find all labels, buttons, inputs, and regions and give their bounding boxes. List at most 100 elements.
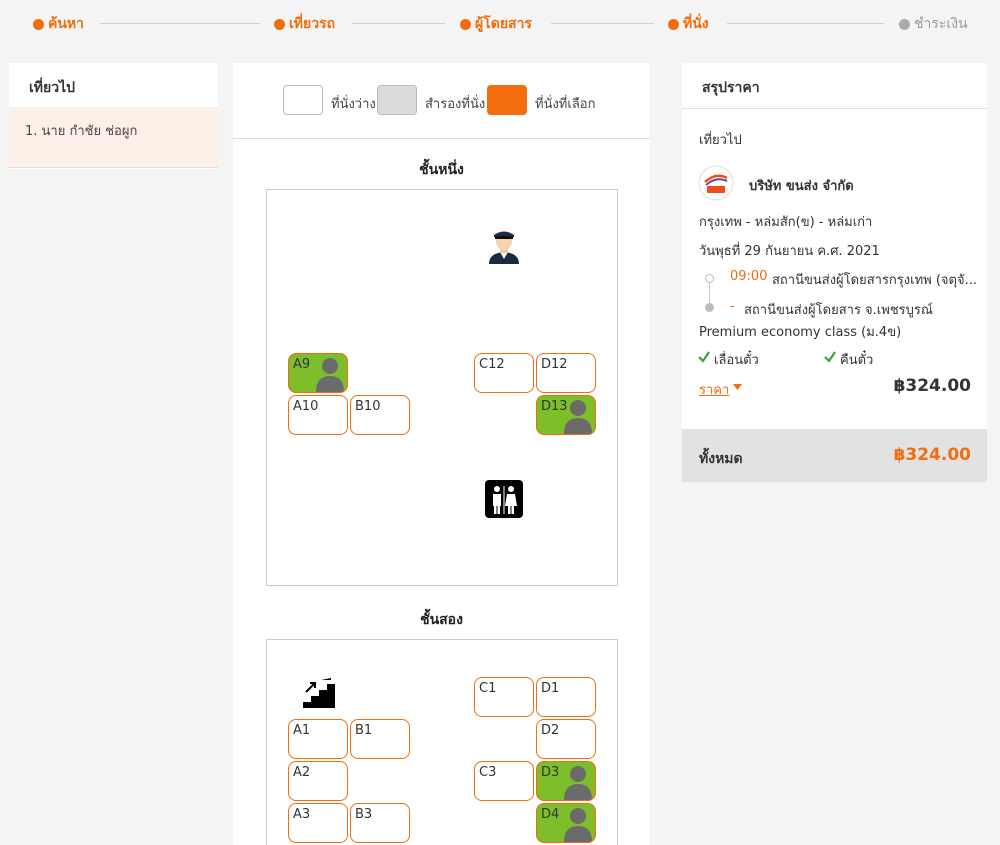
total-bar: ทั้งหมด ฿324.00 — [682, 429, 987, 482]
seat-b10[interactable]: B10 — [350, 395, 410, 435]
seat-label: D2 — [541, 723, 560, 738]
seat-label: A2 — [293, 765, 311, 780]
step-label: ผู้โดยสาร — [475, 16, 532, 32]
check-icon — [824, 351, 836, 363]
feature-reschedule: เลื่อนตั๋ว — [714, 353, 759, 368]
seat-label: B10 — [355, 399, 381, 414]
legend-selected-label: ที่นั่งที่เลือก — [535, 97, 596, 112]
total-value: ฿324.00 — [893, 445, 971, 465]
person-icon — [564, 766, 592, 800]
timeline-line — [709, 283, 710, 304]
seat-b3[interactable]: B3 — [350, 803, 410, 843]
seat-label: C1 — [479, 681, 497, 696]
check-icon — [698, 351, 710, 363]
passenger-panel: เที่ยวไป 1. นาย กำชัย ช่อผูก — [9, 63, 218, 169]
step-search[interactable]: ค้นหา — [33, 13, 84, 35]
booking-stepper: ค้นหา เที่ยวรถ ผู้โดยสาร ที่นั่ง ชำระเงิ… — [0, 0, 1000, 46]
step-label: เที่ยวรถ — [289, 16, 336, 32]
trip-label: เที่ยวไป — [699, 133, 742, 148]
person-icon — [564, 808, 592, 842]
seat-label: A3 — [293, 807, 311, 822]
step-label: ค้นหา — [48, 16, 85, 32]
legend-reserved-swatch — [377, 85, 417, 115]
depart-station: สถานีขนส่งผู้โดยสารกรุงเทพ (จตุจั... — [772, 273, 977, 288]
seat-b1[interactable]: B1 — [350, 719, 410, 759]
total-label: ทั้งหมด — [699, 451, 743, 467]
step-dot-icon — [460, 18, 471, 30]
seat-label: D4 — [541, 807, 560, 822]
seat-label: C3 — [479, 765, 497, 780]
seat-c12[interactable]: C12 — [474, 353, 534, 393]
seat-d12[interactable]: D12 — [536, 353, 596, 393]
step-dot-icon — [668, 18, 679, 30]
driver-icon — [489, 231, 519, 264]
step-payment: ชำระเงิน — [899, 13, 968, 35]
person-icon — [564, 400, 592, 434]
panel-title: เที่ยวไป — [9, 63, 218, 108]
seat-a3[interactable]: A3 — [288, 803, 348, 843]
step-dot-icon — [33, 18, 44, 30]
step-connector — [551, 23, 654, 24]
seat-c1[interactable]: C1 — [474, 677, 534, 717]
deck-second: C1 D1 A1 B1 D2 A2 C3 D3 A3 B3 D4 — [266, 639, 618, 845]
price-toggle[interactable]: ราคา — [699, 379, 729, 400]
arrive-station: สถานีขนส่งผู้โดยสาร จ.เพชรบูรณ์ — [744, 303, 933, 318]
deck-first: A9 C12 D12 A10 B10 D13 — [266, 189, 618, 586]
seat-d1[interactable]: D1 — [536, 677, 596, 717]
seat-a9[interactable]: A9 — [288, 353, 348, 393]
seat-d13[interactable]: D13 — [536, 395, 596, 435]
seat-label: A10 — [293, 399, 319, 414]
step-connector — [352, 23, 445, 24]
person-icon — [316, 358, 344, 392]
summary-title: สรุปราคา — [682, 63, 987, 109]
price-summary-panel: สรุปราคา เที่ยวไป บริษัท ขนส่ง จำกัด กรุ… — [682, 63, 987, 482]
step-label: ที่นั่ง — [683, 16, 709, 32]
seat-a10[interactable]: A10 — [288, 395, 348, 435]
caret-down-icon[interactable] — [733, 384, 742, 390]
depart-time: 09:00 — [730, 269, 768, 284]
arrive-dot-icon — [705, 303, 714, 312]
route-text: กรุงเทพ - หล่มสัก(ข) - หล่มเก่า — [699, 215, 873, 230]
trip-date: วันพุธที่ 29 กันยายน ค.ศ. 2021 — [699, 244, 880, 259]
seat-d2[interactable]: D2 — [536, 719, 596, 759]
toilet-icon — [485, 480, 523, 518]
seat-label: A9 — [293, 357, 311, 372]
seat-label: B3 — [355, 807, 373, 822]
bus-company-logo-icon — [698, 165, 734, 201]
seat-label: C12 — [479, 357, 505, 372]
seat-legend: ที่นั่งว่าง สำรองที่นั่ง ที่นั่งที่เลือก — [233, 63, 650, 139]
step-label: ชำระเงิน — [914, 16, 968, 32]
step-dot-icon — [899, 18, 910, 30]
price-value: ฿324.00 — [893, 376, 971, 396]
passenger-item[interactable]: 1. นาย กำชัย ช่อผูก — [9, 108, 218, 168]
depart-dot-icon — [705, 274, 714, 283]
step-trip[interactable]: เที่ยวรถ — [274, 13, 335, 35]
seat-label: D3 — [541, 765, 560, 780]
deck-title-second: ชั้นสอง — [420, 612, 463, 628]
seat-map-panel: ที่นั่งว่าง สำรองที่นั่ง ที่นั่งที่เลือก… — [233, 63, 650, 845]
seat-c3[interactable]: C3 — [474, 761, 534, 801]
seat-a1[interactable]: A1 — [288, 719, 348, 759]
step-passenger[interactable]: ผู้โดยสาร — [460, 13, 532, 35]
stairs-icon — [303, 678, 335, 708]
deck-title-first: ชั้นหนึ่ง — [419, 162, 464, 178]
legend-available-swatch — [283, 85, 323, 115]
step-dot-icon — [274, 18, 285, 30]
step-connector — [727, 23, 884, 24]
seat-label: A1 — [293, 723, 311, 738]
arrive-time: - — [730, 299, 735, 314]
feature-refund: คืนตั๋ว — [840, 353, 874, 368]
seat-label: B1 — [355, 723, 373, 738]
step-connector — [100, 23, 260, 24]
company-name: บริษัท ขนส่ง จำกัด — [749, 179, 854, 194]
seat-label: D12 — [541, 357, 568, 372]
price-label: ราคา — [699, 383, 730, 398]
legend-available-label: ที่นั่งว่าง — [331, 97, 376, 112]
legend-selected-swatch — [487, 85, 527, 115]
seat-d4[interactable]: D4 — [536, 803, 596, 843]
seat-d3[interactable]: D3 — [536, 761, 596, 801]
legend-reserved-label: สำรองที่นั่ง — [425, 97, 486, 112]
seat-label: D1 — [541, 681, 560, 696]
seat-a2[interactable]: A2 — [288, 761, 348, 801]
step-seat[interactable]: ที่นั่ง — [668, 13, 709, 35]
